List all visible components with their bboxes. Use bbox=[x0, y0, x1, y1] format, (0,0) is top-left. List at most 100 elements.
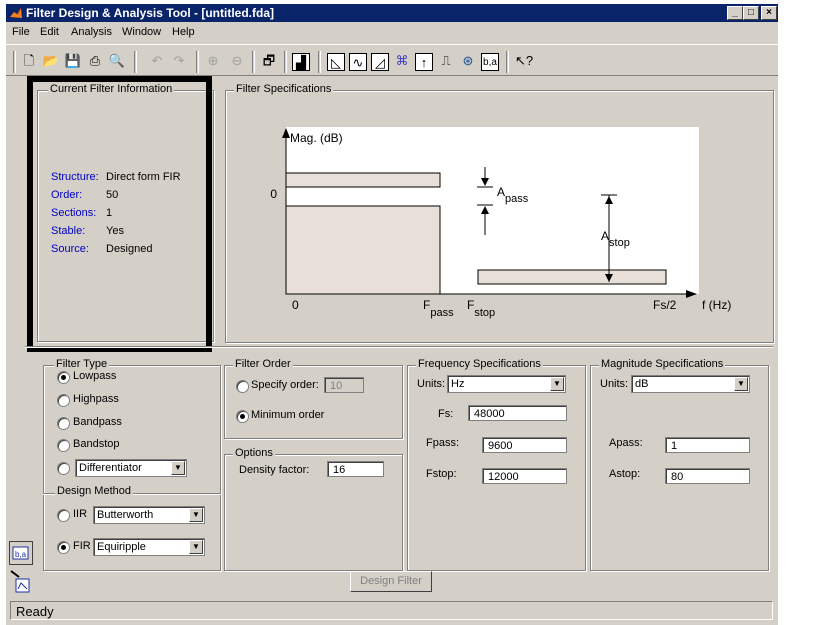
minimum-order-label[interactable]: Minimum order bbox=[251, 409, 324, 421]
lowpass-label[interactable]: Lowpass bbox=[73, 370, 116, 382]
design-filter-button[interactable]: Design Filter bbox=[350, 571, 432, 592]
iir-radio[interactable] bbox=[57, 509, 70, 522]
fpass-input[interactable]: 9600 bbox=[482, 437, 567, 453]
y-axis-label: Mag. (dB) bbox=[290, 131, 343, 145]
apass-input[interactable]: 1 bbox=[665, 437, 750, 453]
fpass-main: F bbox=[423, 298, 430, 312]
filter-specs-icon[interactable]: ▟ bbox=[292, 53, 310, 71]
filter-order-panel: Filter Order bbox=[224, 358, 403, 439]
step-response-icon[interactable]: ⎍ bbox=[437, 52, 455, 70]
mag-phase-response-icon[interactable]: ◿ bbox=[371, 53, 389, 71]
sections-value: 1 bbox=[106, 207, 113, 219]
close-button[interactable]: × bbox=[761, 6, 777, 20]
structure-value: Direct form FIR bbox=[106, 171, 181, 183]
iir-method-select[interactable]: Butterworth ▼ bbox=[93, 506, 205, 524]
filter-type-select[interactable]: Differentiator ▼ bbox=[75, 459, 187, 477]
apass-label: Apass: bbox=[609, 437, 643, 449]
fpass-label: Fpass bbox=[423, 298, 454, 319]
order-value: 50 bbox=[106, 189, 119, 201]
bandpass-radio[interactable] bbox=[57, 417, 70, 430]
fir-label[interactable]: FIR bbox=[73, 540, 91, 552]
order-label: Order: bbox=[51, 189, 83, 201]
y-zero-label: 0 bbox=[270, 187, 277, 201]
app-window: Filter Design & Analysis Tool - [untitle… bbox=[6, 4, 778, 625]
design-method-legend: Design Method bbox=[55, 485, 133, 497]
chevron-down-icon[interactable]: ▼ bbox=[189, 540, 203, 554]
iir-label[interactable]: IIR bbox=[73, 508, 87, 520]
fir-method-value: Equiripple bbox=[97, 541, 146, 553]
chevron-down-icon[interactable]: ▼ bbox=[734, 377, 748, 391]
filter-coefficients-icon[interactable]: b,a bbox=[481, 53, 499, 71]
specify-order-radio[interactable] bbox=[236, 380, 249, 393]
fs-input[interactable]: 48000 bbox=[468, 405, 567, 421]
toolbar-separator bbox=[318, 51, 321, 73]
minimize-button[interactable]: _ bbox=[727, 6, 743, 20]
import-filter-icon bbox=[10, 570, 30, 593]
fir-method-select[interactable]: Equiripple ▼ bbox=[93, 538, 205, 556]
mag-units-label: Units: bbox=[600, 378, 629, 390]
save-icon[interactable]: 💾 bbox=[64, 52, 82, 70]
new-file-icon[interactable]: 🗋 bbox=[20, 52, 38, 70]
phase-response-icon[interactable]: ∿ bbox=[349, 53, 367, 71]
print-preview-icon[interactable]: 🔍 bbox=[108, 52, 126, 70]
filter-type-select-value: Differentiator bbox=[79, 462, 142, 474]
frequency-specs-legend: Frequency Specifications bbox=[416, 358, 543, 370]
chevron-down-icon[interactable]: ▼ bbox=[189, 508, 203, 522]
fstop-input[interactable]: 12000 bbox=[482, 468, 567, 484]
group-delay-icon[interactable]: ⌘ bbox=[393, 52, 411, 70]
highpass-radio[interactable] bbox=[57, 394, 70, 407]
bandstop-label[interactable]: Bandstop bbox=[73, 438, 119, 450]
fir-radio[interactable] bbox=[57, 541, 70, 554]
whats-this-help-icon[interactable]: ↖? bbox=[515, 52, 533, 70]
minimum-order-radio[interactable] bbox=[236, 410, 249, 423]
menu-window[interactable]: Window bbox=[122, 26, 161, 38]
chevron-down-icon[interactable]: ▼ bbox=[171, 461, 185, 475]
sidebar-import-icon[interactable] bbox=[9, 569, 31, 595]
menu-file[interactable]: File bbox=[12, 26, 30, 38]
freq-units-select[interactable]: Hz ▼ bbox=[447, 375, 566, 393]
fstop-label: Fstop bbox=[467, 298, 495, 319]
x-zero-label: 0 bbox=[292, 298, 299, 312]
redo-icon[interactable]: ↷ bbox=[170, 52, 188, 70]
status-bar: Ready bbox=[10, 601, 773, 620]
toolbar-separator bbox=[506, 51, 509, 73]
undo-icon[interactable]: ↶ bbox=[148, 52, 166, 70]
apass-main: A bbox=[497, 185, 505, 199]
maximize-button[interactable]: □ bbox=[743, 6, 759, 20]
magnitude-response-icon[interactable]: ◺ bbox=[327, 53, 345, 71]
pole-zero-icon[interactable]: ⊛ bbox=[459, 52, 477, 70]
bandstop-radio[interactable] bbox=[57, 439, 70, 452]
menu-edit[interactable]: Edit bbox=[40, 26, 59, 38]
mag-units-select[interactable]: dB ▼ bbox=[631, 375, 750, 393]
fstop-subscript: stop bbox=[474, 307, 495, 319]
menu-help[interactable]: Help bbox=[172, 26, 195, 38]
options-legend: Options bbox=[233, 447, 275, 459]
sidebar-coefficients-icon[interactable]: b,a bbox=[9, 541, 33, 565]
title-bar[interactable]: Filter Design & Analysis Tool - [untitle… bbox=[6, 4, 778, 22]
impulse-response-icon[interactable]: ↑ bbox=[415, 53, 433, 71]
density-factor-input[interactable]: 16 bbox=[327, 461, 384, 477]
astop-subscript: stop bbox=[609, 237, 630, 249]
toolbar-separator bbox=[196, 51, 199, 73]
zoom-in-icon[interactable]: ⊕ bbox=[204, 52, 222, 70]
toolbar-separator bbox=[284, 51, 287, 73]
specify-order-label[interactable]: Specify order: bbox=[251, 379, 319, 391]
specify-order-input[interactable]: 10 bbox=[324, 377, 364, 393]
chevron-down-icon[interactable]: ▼ bbox=[550, 377, 564, 391]
lowpass-radio[interactable] bbox=[57, 371, 70, 384]
stopband-band bbox=[477, 269, 667, 285]
sections-label: Sections: bbox=[51, 207, 97, 219]
zoom-out-icon[interactable]: ⊖ bbox=[228, 52, 246, 70]
astop-input[interactable]: 80 bbox=[665, 468, 750, 484]
open-folder-icon[interactable]: 📂 bbox=[42, 52, 60, 70]
fs-half-label: Fs/2 bbox=[653, 298, 677, 312]
print-icon[interactable]: ⎙ bbox=[86, 52, 104, 70]
filter-type-legend: Filter Type bbox=[54, 358, 110, 370]
bandpass-label[interactable]: Bandpass bbox=[73, 416, 122, 428]
window-title: Filter Design & Analysis Tool - [untitle… bbox=[26, 6, 275, 20]
other-type-radio[interactable] bbox=[57, 462, 70, 475]
fstop-label: Fstop: bbox=[426, 468, 457, 480]
highpass-label[interactable]: Highpass bbox=[73, 393, 119, 405]
new-window-icon[interactable]: 🗗 bbox=[260, 52, 278, 70]
menu-analysis[interactable]: Analysis bbox=[71, 26, 112, 38]
